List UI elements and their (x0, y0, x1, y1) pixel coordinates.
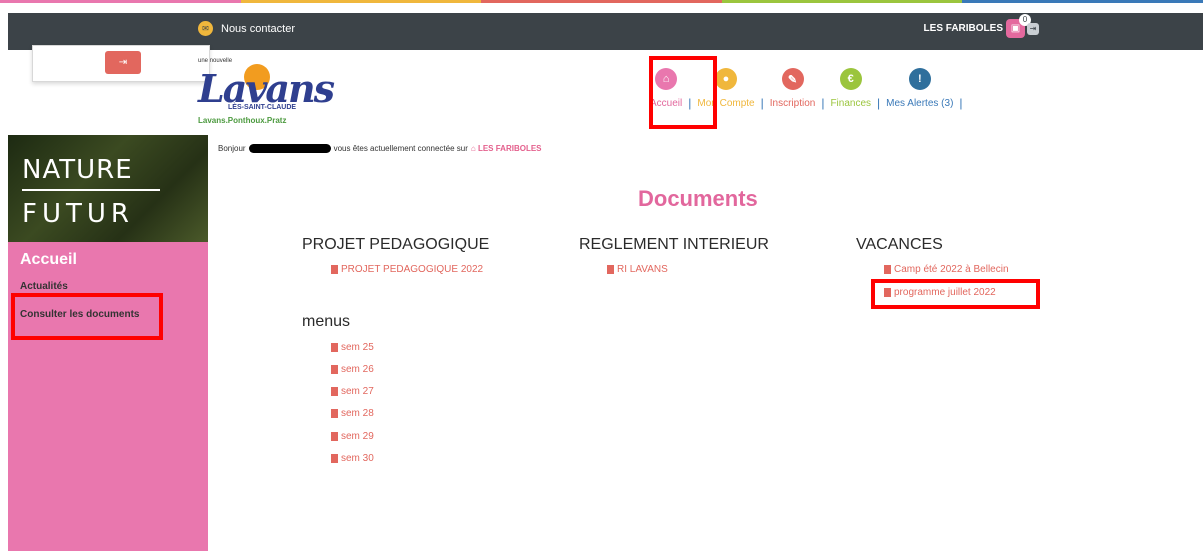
file-label: sem 30 (341, 453, 374, 464)
file-link[interactable]: sem 30 (331, 453, 374, 464)
redacted-name (248, 144, 331, 153)
banner-line1: NATURE (22, 155, 133, 185)
logout-icon[interactable]: ⇥ (1027, 23, 1039, 35)
org-link[interactable]: ⌂ LES FARIBOLES (471, 144, 542, 153)
highlight-programme (871, 279, 1040, 309)
greeting-after: vous êtes actuellement connectée sur (333, 144, 468, 153)
nav-separator: | (959, 96, 963, 110)
site-logo[interactable]: une nouvelle Lavans LÈS-SAINT-CLAUDE Lav… (198, 56, 335, 128)
nav-mes-alertes[interactable]: ! Mes Alertes (3) (886, 68, 953, 109)
file-link[interactable]: sem 26 (331, 364, 374, 375)
file-pdf-icon (607, 265, 614, 274)
file-link[interactable]: sem 28 (331, 408, 374, 419)
file-label: sem 28 (341, 408, 374, 419)
file-label: sem 25 (341, 342, 374, 353)
org-name: LES FARIBOLES (923, 23, 1003, 34)
cart-button[interactable]: ▣ 0 (1006, 14, 1031, 38)
file-link[interactable]: RI LAVANS (607, 264, 668, 275)
file-link[interactable]: sem 27 (331, 386, 374, 397)
euro-icon: € (839, 68, 862, 90)
nav-alertes-label: Mes Alertes (3) (886, 98, 954, 109)
cart-icon: ▣ (1010, 23, 1021, 34)
file-pdf-icon (331, 409, 338, 418)
nav-finances[interactable]: € Finances (830, 68, 871, 109)
page-title: Documents (638, 186, 758, 211)
file-pdf-icon (884, 265, 891, 274)
file-link[interactable]: sem 25 (331, 342, 374, 353)
color-stripe (0, 0, 1203, 3)
nav-inscription[interactable]: ✎ Inscription (769, 68, 816, 109)
mail-icon: ✉ (198, 21, 213, 36)
banner-line2: FUTUR (22, 199, 134, 229)
sidebar-item-actualites[interactable]: Actualités (20, 281, 68, 292)
logout-popup: ⇥ (32, 45, 210, 82)
org-link-label: LES FARIBOLES (477, 144, 542, 153)
nature-futur-banner: NATURE FUTUR (8, 135, 208, 242)
highlight-documents (11, 293, 163, 340)
file-pdf-icon (331, 387, 338, 396)
nav-separator: | (821, 96, 825, 110)
file-pdf-icon (331, 265, 338, 274)
file-link[interactable]: PROJET PEDAGOGIQUE 2022 (331, 264, 483, 275)
section-title: menus (302, 313, 351, 330)
file-pdf-icon (331, 343, 338, 352)
banner-divider (22, 189, 160, 191)
logo-prefix: une nouvelle (198, 58, 233, 64)
sidebar-title: Accueil (20, 251, 77, 268)
logo-subtitle: LÈS-SAINT-CLAUDE (228, 104, 297, 111)
alert-icon: ! (908, 68, 931, 90)
file-link[interactable]: sem 29 (331, 431, 374, 442)
pencil-icon: ✎ (781, 68, 804, 90)
section-title: VACANCES (856, 236, 943, 253)
file-label: sem 26 (341, 364, 374, 375)
file-label: RI LAVANS (617, 264, 668, 275)
logo-towns: Lavans.Ponthoux.Pratz (198, 116, 287, 125)
nav-inscription-label: Inscription (769, 98, 816, 109)
nav-separator: | (877, 96, 881, 110)
greeting: Bonjour vous êtes actuellement connectée… (218, 144, 542, 153)
contact-label: Nous contacter (221, 22, 295, 35)
file-pdf-icon (331, 365, 338, 374)
logout-button[interactable]: ⇥ (105, 51, 141, 74)
user-icon: ● (715, 68, 737, 90)
file-label: Camp été 2022 à Bellecin (894, 264, 1009, 275)
highlight-accueil (649, 56, 717, 129)
greeting-before: Bonjour (218, 144, 246, 153)
contact-link[interactable]: ✉ Nous contacter (198, 21, 295, 36)
file-link[interactable]: Camp été 2022 à Bellecin (884, 264, 1009, 275)
nav-separator: | (760, 96, 764, 110)
section-title: PROJET PEDAGOGIQUE (302, 236, 490, 253)
nav-finances-label: Finances (830, 98, 872, 109)
file-label: sem 27 (341, 386, 374, 397)
section-title: REGLEMENT INTERIEUR (579, 236, 769, 253)
file-label: PROJET PEDAGOGIQUE 2022 (341, 264, 484, 275)
file-pdf-icon (331, 432, 338, 441)
sidebar: NATURE FUTUR Accueil Actualités Consulte… (8, 135, 208, 551)
file-label: sem 29 (341, 431, 374, 442)
file-pdf-icon (331, 454, 338, 463)
